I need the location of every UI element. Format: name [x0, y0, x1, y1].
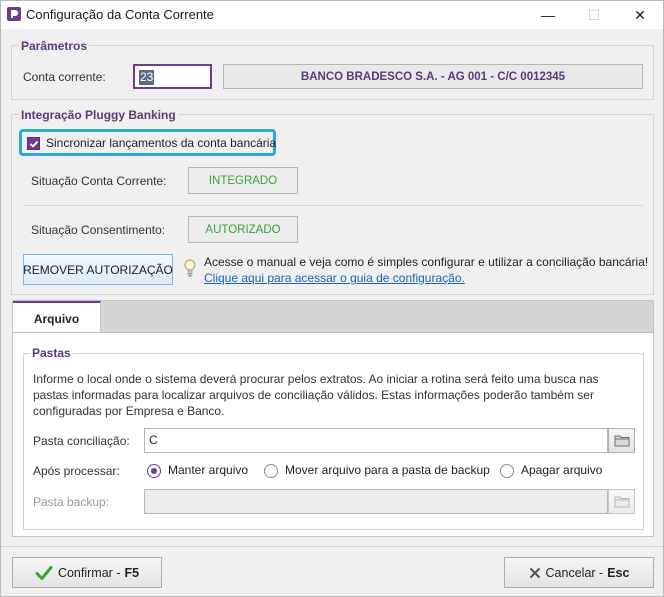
minimize-button[interactable]: — — [525, 1, 571, 29]
sync-checkbox-highlight[interactable]: Sincronizar lançamentos da conta bancári… — [19, 129, 276, 156]
reconcile-folder-browse-button[interactable] — [608, 428, 635, 453]
backup-folder-input — [144, 489, 608, 514]
manual-info-text: Acesse o manual e veja como é simples co… — [204, 255, 649, 269]
sync-checkbox[interactable] — [27, 137, 40, 150]
radio-move-file-label[interactable]: Mover arquivo para a pasta de backup — [285, 463, 490, 477]
account-status-label: Situação Conta Corrente: — [31, 174, 167, 188]
consent-status-badge: AUTORIZADO — [188, 216, 298, 243]
radio-keep-file[interactable] — [147, 464, 161, 478]
params-legend: Parâmetros — [19, 39, 90, 53]
backup-folder-label: Pasta backup: — [33, 495, 110, 509]
footer-divider — [1, 546, 663, 547]
folder-icon — [614, 435, 629, 447]
maximize-button[interactable]: ☐ — [571, 1, 617, 29]
cancel-button[interactable]: Cancelar - Esc — [504, 557, 654, 588]
check-icon — [29, 140, 38, 148]
tab-panel-arquivo: Pastas Informe o local onde o sistema de… — [12, 332, 654, 537]
bank-info-field: BANCO BRADESCO S.A. - AG 001 - C/C 00123… — [223, 64, 643, 89]
radio-keep-file-label[interactable]: Manter arquivo — [168, 463, 248, 477]
checkmark-icon — [35, 565, 53, 580]
close-button[interactable]: ✕ — [617, 1, 663, 29]
radio-delete-file[interactable] — [500, 464, 514, 478]
dialog-window: Configuração da Conta Corrente — ☐ ✕ Par… — [0, 0, 664, 597]
confirm-shortcut: F5 — [124, 565, 140, 580]
folders-legend: Pastas — [30, 346, 73, 360]
account-input[interactable]: 23 — [133, 64, 212, 89]
reconcile-folder-input[interactable]: C — [144, 428, 608, 453]
tab-strip: Arquivo — [12, 300, 654, 334]
x-icon — [529, 567, 540, 578]
consent-status-label: Situação Consentimento: — [31, 223, 166, 237]
cancel-shortcut: Esc — [607, 565, 630, 580]
account-value: 23 — [139, 70, 155, 85]
folders-description: Informe o local onde o sistema deverá pr… — [33, 372, 599, 418]
pluggy-legend: Integração Pluggy Banking — [19, 108, 178, 122]
backup-folder-browse-button — [608, 489, 635, 514]
radio-move-file[interactable] — [264, 464, 278, 478]
app-icon — [7, 7, 21, 21]
remove-authorization-button[interactable]: REMOVER AUTORIZAÇÃO — [23, 254, 173, 285]
cancel-label: Cancelar - — [545, 565, 604, 580]
window-title: Configuração da Conta Corrente — [26, 7, 214, 22]
folder-icon — [614, 496, 629, 508]
tabs-area: Arquivo Pastas Informe o local onde o si… — [12, 300, 654, 537]
account-label: Conta corrente: — [23, 70, 106, 84]
reconcile-folder-label: Pasta conciliação: — [33, 434, 130, 448]
after-process-label: Após processar: — [33, 464, 120, 478]
title-bar: Configuração da Conta Corrente — ☐ ✕ — [1, 1, 663, 29]
tab-arquivo[interactable]: Arquivo — [13, 301, 101, 334]
config-guide-link[interactable]: Clique aqui para acessar o guia de confi… — [204, 271, 465, 285]
account-status-badge: INTEGRADO — [188, 167, 298, 194]
sync-checkbox-label: Sincronizar lançamentos da conta bancári… — [46, 136, 277, 150]
radio-delete-file-label[interactable]: Apagar arquivo — [521, 463, 602, 477]
lightbulb-icon — [184, 259, 196, 277]
confirm-label: Confirmar - — [57, 565, 121, 580]
divider — [23, 205, 643, 206]
confirm-button[interactable]: Confirmar - F5 — [12, 557, 162, 588]
